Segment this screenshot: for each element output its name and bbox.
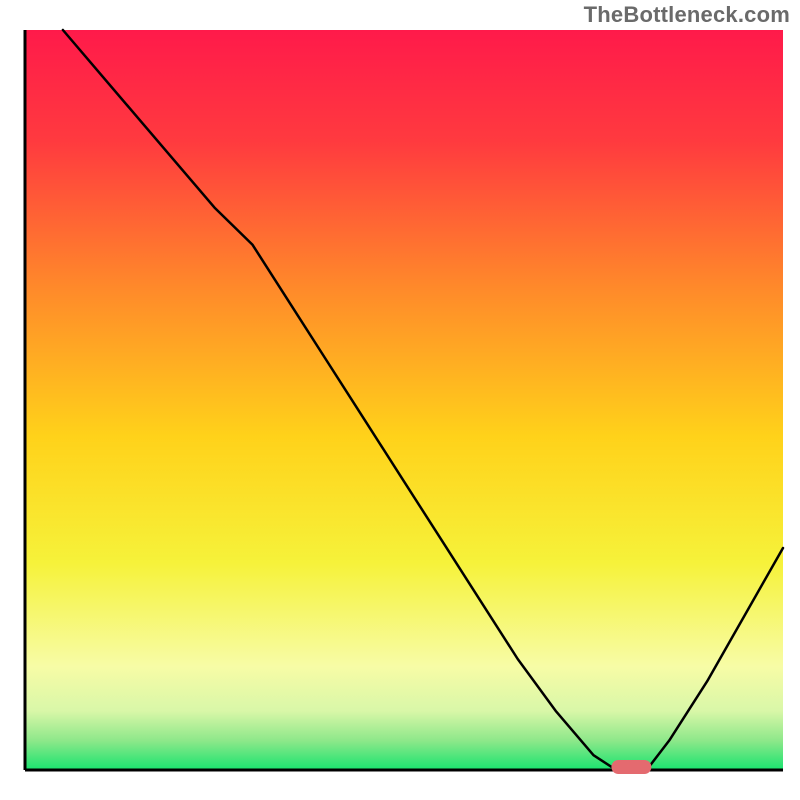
watermark-text: TheBottleneck.com [584, 2, 790, 28]
plot-background [25, 30, 783, 770]
optimal-marker [611, 760, 651, 774]
chart-frame: TheBottleneck.com [0, 0, 800, 800]
bottleneck-chart [0, 0, 800, 800]
